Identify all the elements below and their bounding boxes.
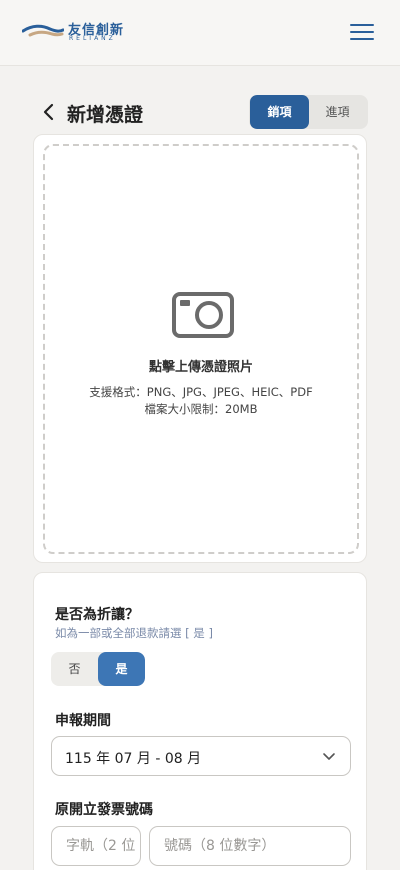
invoice-number-field bbox=[149, 826, 351, 866]
upload-size-limit: 檔案大小限制：20MB bbox=[144, 402, 258, 416]
period-value: 115 年 07 月 - 08 月 bbox=[65, 751, 202, 767]
upload-title: 點擊上傳憑證照片 bbox=[148, 360, 253, 375]
photo-upload-dropzone[interactable]: 點擊上傳憑證照片 支援格式：PNG、JPG、JPEG、HEIC、PDF 檔案大小… bbox=[43, 144, 359, 554]
discount-toggle: 否 是 bbox=[51, 652, 145, 686]
camera-icon bbox=[172, 292, 234, 338]
chevron-down-icon bbox=[323, 753, 335, 760]
logo-wave-icon bbox=[22, 24, 64, 37]
tab-sales[interactable]: 銷項 bbox=[250, 95, 309, 129]
upload-formats: 支援格式：PNG、JPG、JPEG、HEIC、PDF bbox=[89, 385, 313, 399]
invoice-number-input[interactable] bbox=[150, 827, 350, 865]
period-label: 申報期間 bbox=[55, 713, 111, 729]
invoice-type-switch: 銷項 進項 bbox=[249, 95, 368, 129]
period-select[interactable]: 115 年 07 月 - 08 月 bbox=[51, 736, 351, 776]
tab-purchase[interactable]: 進項 bbox=[308, 95, 367, 129]
logo-subtext: RELIANZ bbox=[69, 35, 116, 42]
discount-question-label: 是否為折讓？ bbox=[55, 607, 139, 623]
chevron-left-icon[interactable] bbox=[40, 101, 58, 123]
menu-line bbox=[350, 38, 374, 40]
hamburger-menu-icon[interactable] bbox=[350, 22, 376, 42]
app-header: 友信創新 RELIANZ bbox=[0, 0, 400, 66]
upload-card: 點擊上傳憑證照片 支援格式：PNG、JPG、JPEG、HEIC、PDF 檔案大小… bbox=[33, 134, 367, 563]
discount-yes-button[interactable]: 是 bbox=[98, 652, 145, 686]
menu-line bbox=[350, 31, 374, 33]
menu-line bbox=[350, 24, 374, 26]
invoice-track-input[interactable] bbox=[52, 827, 140, 865]
brand-logo[interactable]: 友信創新 RELIANZ bbox=[22, 18, 132, 48]
invoice-track-field bbox=[51, 826, 141, 866]
page-title: 新增憑證 bbox=[67, 104, 144, 126]
invoice-form-card: 是否為折讓？ 如為一部或全部退款請選 [ 是 ] 否 是 申報期間 115 年 … bbox=[33, 572, 367, 870]
discount-hint: 如為一部或全部退款請選 [ 是 ] bbox=[55, 626, 213, 640]
discount-no-button[interactable]: 否 bbox=[51, 652, 98, 686]
invoice-number-label: 原開立發票號碼 bbox=[55, 802, 153, 818]
